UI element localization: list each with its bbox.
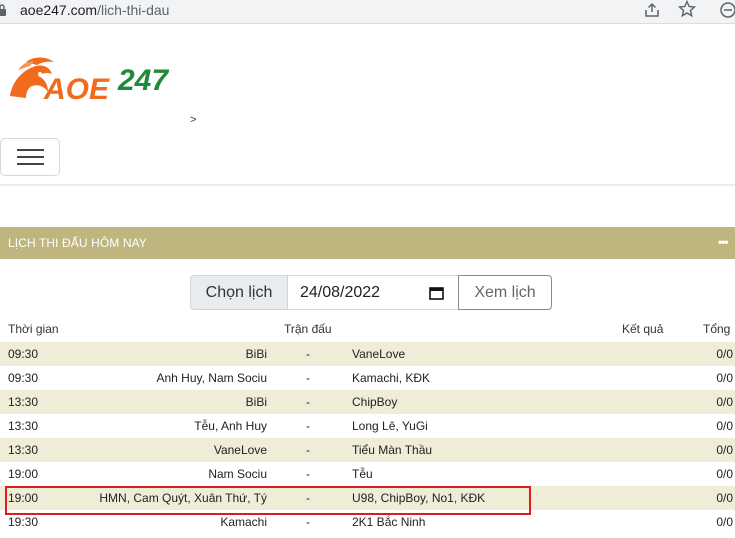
home-team: Anh Huy, Nam Sociu [156, 371, 268, 385]
row-highlight-box [5, 486, 531, 515]
versus-dash: - [306, 515, 310, 529]
home-team: VaneLove [213, 443, 267, 457]
url-field[interactable]: aoe247.com/lich-thi-dau [20, 2, 169, 18]
home-team: Nam Sociu [208, 467, 267, 481]
match-total: 0/0 [716, 371, 733, 385]
versus-dash: - [306, 443, 310, 457]
browser-address-bar: aoe247.com/lich-thi-dau [0, 0, 735, 24]
away-team: Tiểu Màn Thầu [352, 443, 433, 457]
table-row[interactable]: 13:30 VaneLove - Tiểu Màn Thầu 0/0 [0, 438, 735, 462]
breadcrumb-separator: > [190, 114, 197, 126]
menu-bar-icon [17, 149, 44, 151]
away-team: Tễu [352, 467, 373, 481]
choose-date-label: Chọn lịch [190, 275, 288, 310]
table-row[interactable]: 09:30 Anh Huy, Nam Sociu - Kamachi, KĐK … [0, 366, 735, 390]
home-team: BiBi [245, 347, 267, 361]
date-value: 24/08/2022 [300, 284, 381, 301]
schedule-section-header: LỊCH THI ĐẤU HÔM NAY ••• [0, 227, 735, 259]
column-header-match: Trận đấu [284, 322, 332, 336]
header-divider [0, 184, 735, 186]
match-total: 0/0 [716, 347, 733, 361]
lock-icon [0, 4, 6, 16]
column-header-time: Thời gian [8, 322, 59, 336]
logo-text-247: 247 [117, 64, 169, 97]
match-total: 0/0 [716, 515, 733, 529]
match-time: 13:30 [8, 395, 39, 409]
section-title: LỊCH THI ĐẤU HÔM NAY [8, 236, 147, 250]
table-row[interactable]: 13:30 Tễu, Anh Huy - Long Lê, YuGi 0/0 [0, 414, 735, 438]
star-icon[interactable] [678, 0, 696, 18]
column-header-total: Tổng [703, 322, 731, 336]
home-team: Tễu, Anh Huy [194, 419, 267, 433]
away-team: Long Lê, YuGi [352, 419, 428, 433]
versus-dash: - [306, 347, 310, 361]
match-time: 19:30 [8, 515, 39, 529]
versus-dash: - [306, 395, 310, 409]
calendar-icon[interactable] [429, 286, 444, 300]
more-options-icon[interactable]: ••• [718, 235, 729, 249]
match-total: 0/0 [716, 395, 733, 409]
view-schedule-button[interactable]: Xem lịch [458, 275, 552, 310]
table-row[interactable]: 09:30 BiBi - VaneLove 0/0 [0, 342, 735, 366]
away-team: 2K1 Bắc Ninh [352, 515, 426, 529]
column-header-result: Kết quả [622, 322, 664, 336]
table-row[interactable]: 19:00 Nam Sociu - Tễu 0/0 [0, 462, 735, 486]
home-team: Kamachi [220, 515, 267, 529]
match-time: 13:30 [8, 443, 39, 457]
match-time: 09:30 [8, 347, 39, 361]
match-total: 0/0 [716, 443, 733, 457]
match-time: 19:00 [8, 467, 39, 481]
versus-dash: - [306, 419, 310, 433]
logo-text-aoe: AOE [43, 73, 110, 106]
site-logo[interactable]: AOE 247 [4, 52, 174, 108]
date-input[interactable]: 24/08/2022 [287, 275, 459, 310]
table-row[interactable]: 13:30 BiBi - ChipBoy 0/0 [0, 390, 735, 414]
versus-dash: - [306, 371, 310, 385]
versus-dash: - [306, 467, 310, 481]
match-total: 0/0 [716, 491, 733, 505]
away-team: ChipBoy [352, 395, 398, 409]
url-path: /lich-thi-dau [97, 2, 170, 18]
match-time: 09:30 [8, 371, 39, 385]
away-team: Kamachi, KĐK [352, 371, 431, 385]
menu-bar-icon [17, 156, 44, 158]
match-time: 13:30 [8, 419, 39, 433]
away-team: VaneLove [352, 347, 406, 361]
menu-bar-icon [17, 163, 44, 165]
hamburger-menu-button[interactable] [0, 138, 60, 176]
home-team: BiBi [245, 395, 267, 409]
share-icon[interactable] [643, 1, 661, 19]
match-total: 0/0 [716, 467, 733, 481]
url-domain: aoe247.com [20, 2, 98, 18]
match-total: 0/0 [716, 419, 733, 433]
extension-icon[interactable] [719, 1, 735, 19]
